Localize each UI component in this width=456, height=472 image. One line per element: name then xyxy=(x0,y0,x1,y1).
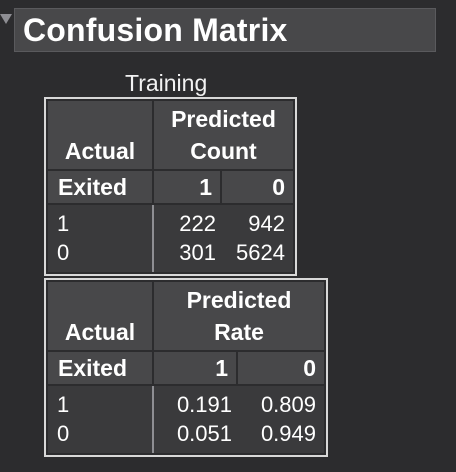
table-row: 1 xyxy=(48,392,152,420)
actual-header-label: Actual xyxy=(64,138,136,164)
column-label: 1 xyxy=(199,173,212,200)
table-row: 1 xyxy=(48,211,152,239)
table-row: 0 xyxy=(48,421,152,449)
disclosure-triangle-icon[interactable] xyxy=(0,14,12,24)
column-header-0: 0 xyxy=(238,352,324,384)
actual-header: Actual xyxy=(48,101,152,169)
row-divider xyxy=(152,386,154,453)
row-header-label: Exited xyxy=(58,354,128,381)
row-header-exited: Exited xyxy=(48,352,152,384)
cell-value: 942 xyxy=(248,211,285,236)
predicted-header-line1: Predicted xyxy=(186,287,292,313)
row-labels: 1 0 xyxy=(48,386,152,453)
column-label: 1 xyxy=(215,354,228,381)
table-row: 222 942 xyxy=(154,211,293,239)
actual-header-label: Actual xyxy=(64,319,136,345)
predicted-count-header: Predicted Count xyxy=(154,101,293,169)
rate-table: Actual Predicted Rate Exited 1 0 1 0 0.1… xyxy=(44,278,328,457)
predicted-header-line1: Predicted xyxy=(171,106,276,132)
row-labels: 1 0 xyxy=(48,205,152,272)
column-label: 0 xyxy=(272,173,285,200)
actual-header: Actual xyxy=(48,282,152,350)
row-divider xyxy=(152,205,154,272)
row-label: 1 xyxy=(57,211,70,236)
table-row: 0.051 0.949 xyxy=(154,421,324,449)
cell-value: 5624 xyxy=(236,240,285,265)
cell-value: 0.809 xyxy=(260,392,316,417)
row-header-exited: Exited xyxy=(48,171,152,203)
column-header-0: 0 xyxy=(222,171,293,203)
row-label: 0 xyxy=(57,240,70,265)
cell-value: 0.051 xyxy=(176,421,232,446)
cell-value: 0.949 xyxy=(260,421,316,446)
predicted-header-line2: Rate xyxy=(214,319,264,345)
row-header-label: Exited xyxy=(58,173,128,200)
column-label: 0 xyxy=(303,354,316,381)
row-label: 1 xyxy=(57,392,70,417)
value-block: 0.191 0.809 0.051 0.949 xyxy=(154,386,324,453)
cell-value: 301 xyxy=(179,240,216,265)
table-row: 301 5624 xyxy=(154,240,293,268)
column-header-1: 1 xyxy=(154,171,220,203)
table-caption: Training xyxy=(125,70,208,96)
section-header[interactable]: Confusion Matrix xyxy=(14,8,436,52)
section-title: Confusion Matrix xyxy=(23,12,288,48)
count-table: Actual Predicted Count Exited 1 0 1 0 22… xyxy=(44,97,297,276)
row-label: 0 xyxy=(57,421,70,446)
predicted-header-line2: Count xyxy=(190,138,257,164)
column-header-1: 1 xyxy=(154,352,236,384)
value-block: 222 942 301 5624 xyxy=(154,205,293,272)
cell-value: 222 xyxy=(179,211,216,236)
cell-value: 0.191 xyxy=(176,392,232,417)
table-row: 0.191 0.809 xyxy=(154,392,324,420)
table-row: 0 xyxy=(48,240,152,268)
predicted-rate-header: Predicted Rate xyxy=(154,282,324,350)
